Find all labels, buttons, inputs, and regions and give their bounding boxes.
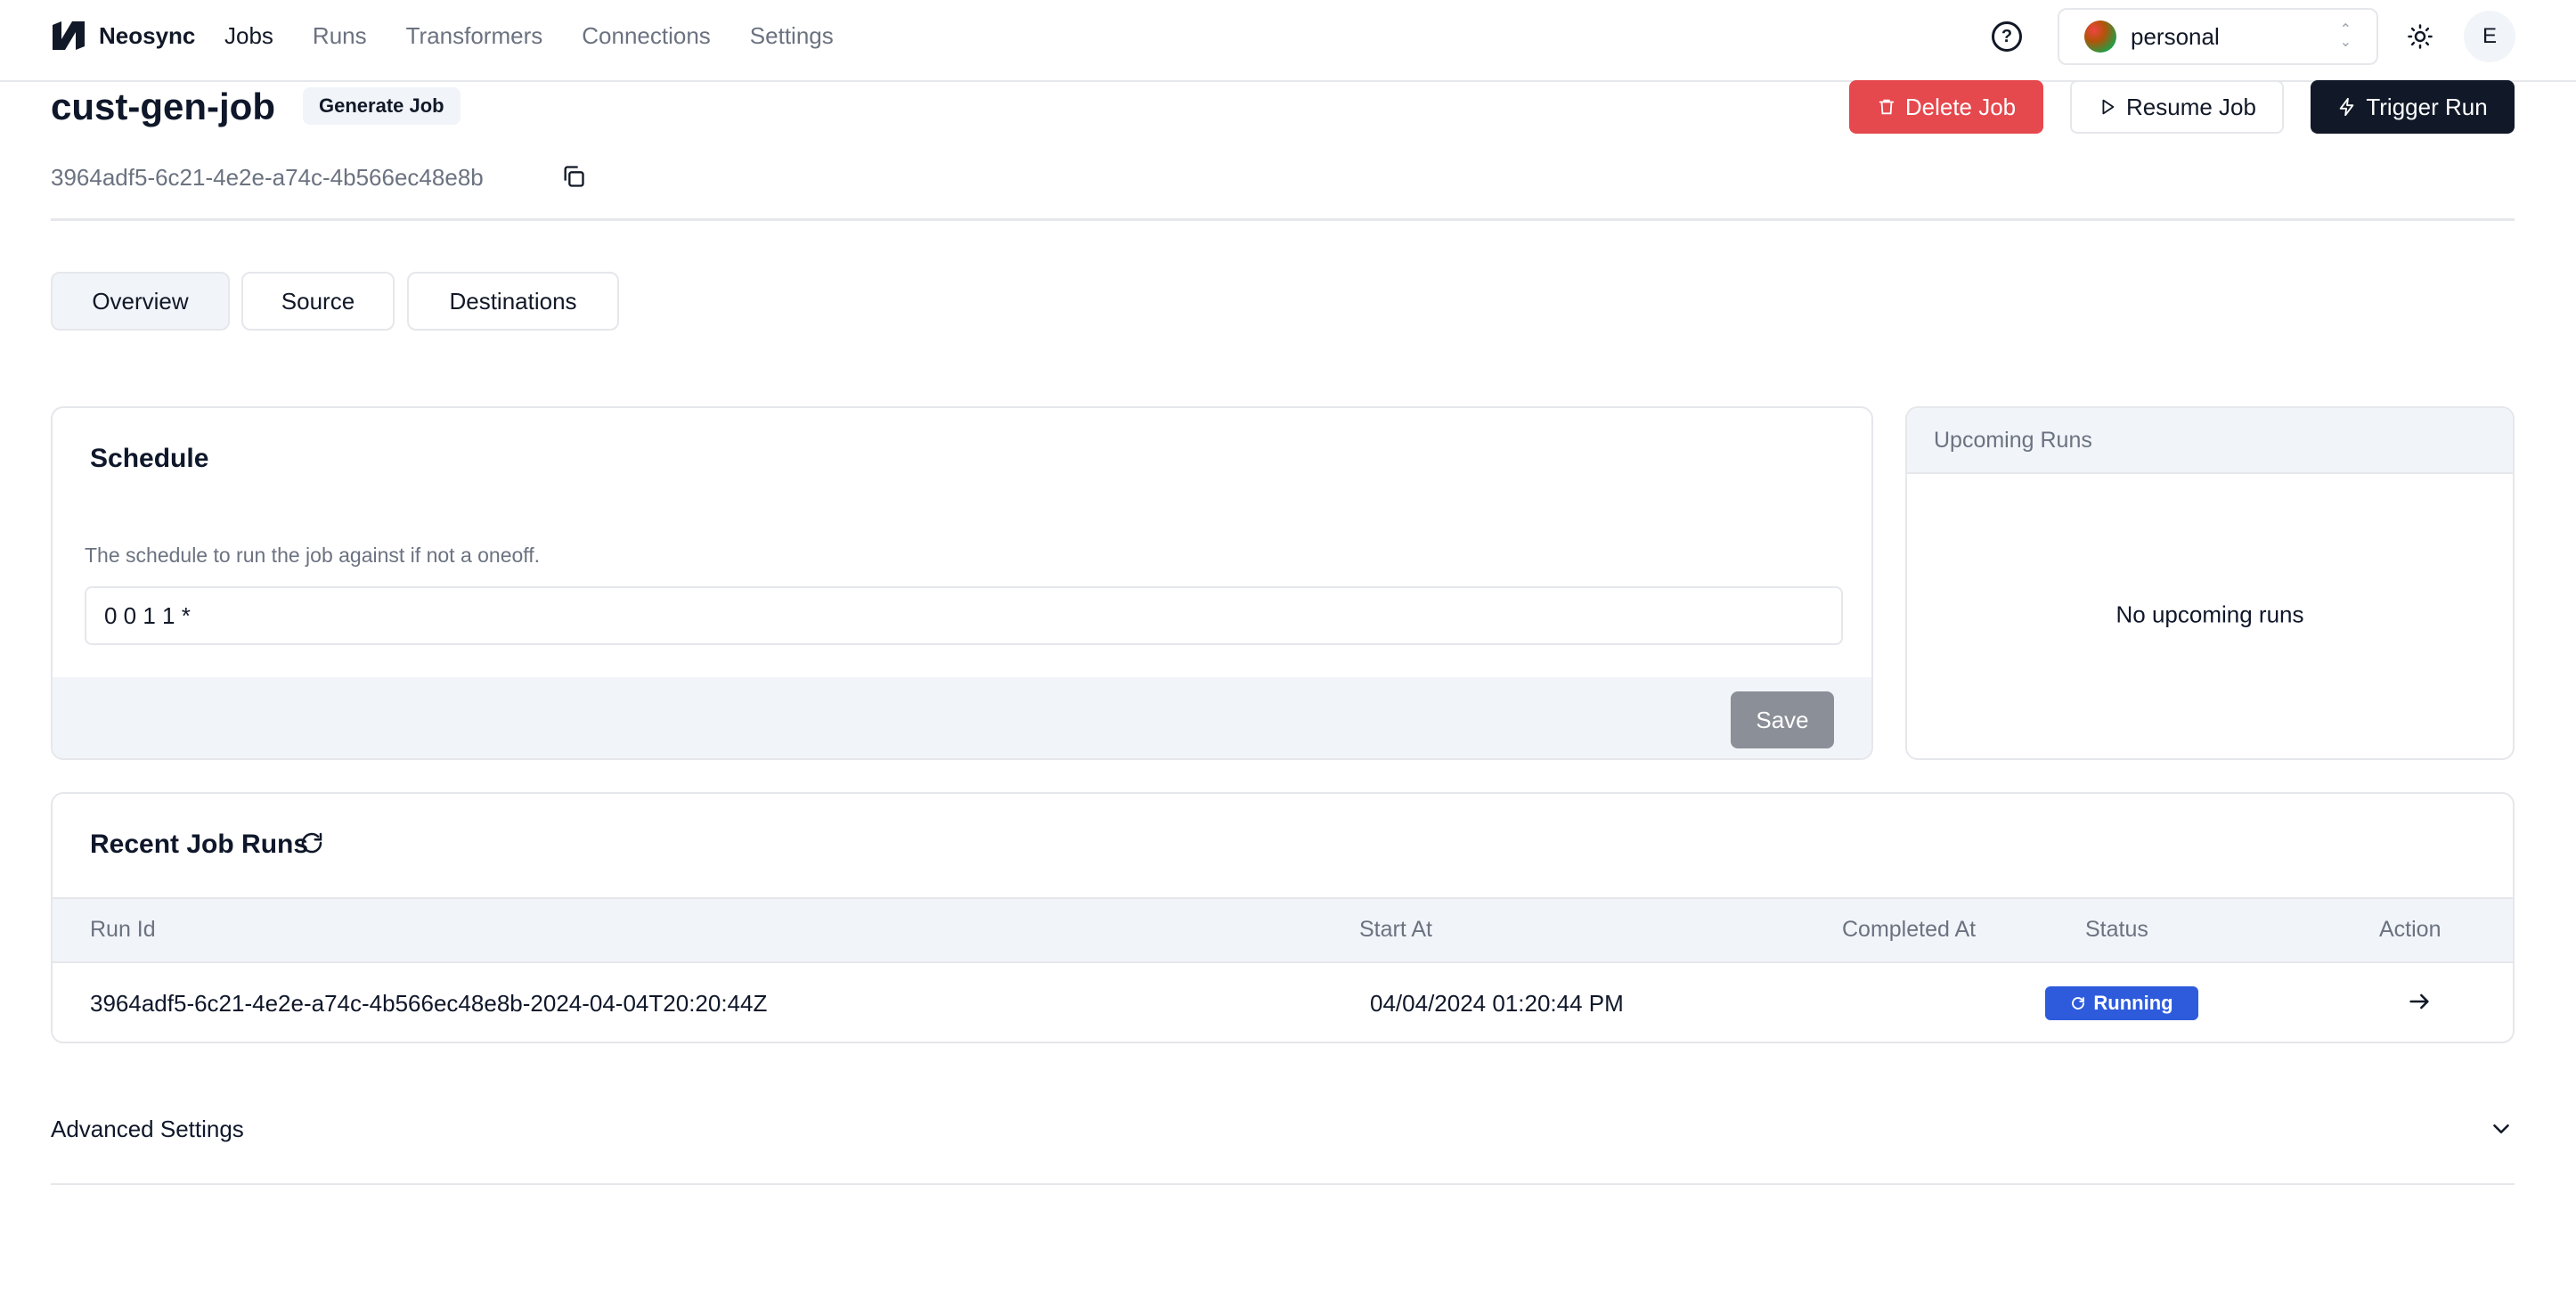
trigger-run-button[interactable]: Trigger Run — [2311, 80, 2515, 134]
delete-job-label: Delete Job — [1904, 93, 2017, 120]
advanced-settings-label: Advanced Settings — [51, 1116, 244, 1142]
account-select[interactable]: personal ⌃ ⌄ — [2058, 8, 2378, 65]
no-upcoming-runs-message: No upcoming runs — [2115, 601, 2304, 628]
column-header-start-at: Start At — [1359, 917, 1432, 942]
tab-destinations[interactable]: Destinations — [407, 272, 619, 331]
schedule-title: Schedule — [90, 444, 209, 473]
table-header: Run Id Start At Completed At Status Acti… — [53, 897, 2513, 963]
copy-icon[interactable] — [561, 164, 588, 191]
neosync-logo-icon — [53, 21, 85, 50]
lightning-icon — [2340, 97, 2354, 117]
job-type-badge[interactable]: Generate Job — [303, 87, 461, 125]
delete-job-button[interactable]: Delete Job — [1849, 80, 2043, 134]
nav-link-connections[interactable]: Connections — [582, 21, 711, 50]
status-badge: Running — [2045, 986, 2198, 1020]
refresh-icon — [2072, 997, 2085, 1010]
trash-icon — [1879, 99, 1895, 115]
run-id-cell: 3964adf5-6c21-4e2e-a74c-4b566ec48e8b-202… — [90, 990, 768, 1017]
schedule-footer: Save — [53, 677, 1871, 758]
save-button[interactable]: Save — [1731, 691, 1834, 748]
upcoming-runs-title: Upcoming Runs — [1934, 428, 2092, 453]
main-nav: Jobs Runs Transformers Connections Setti… — [224, 21, 834, 50]
user-avatar[interactable]: E — [2464, 11, 2515, 62]
brand-name: Neosync — [99, 21, 196, 49]
status-label: Running — [2093, 992, 2173, 1014]
schedule-cron-input[interactable] — [85, 586, 1843, 645]
schedule-description: The schedule to run the job against if n… — [85, 544, 541, 567]
resume-job-label: Resume Job — [2126, 93, 2256, 120]
column-header-completed-at: Completed At — [1842, 917, 1977, 942]
advanced-settings-toggle[interactable]: Advanced Settings — [51, 1098, 2515, 1185]
top-nav: Neosync Jobs Runs Transformers Connectio… — [0, 0, 2576, 82]
resume-job-button[interactable]: Resume Job — [2070, 80, 2284, 134]
page-title: cust-gen-job — [51, 86, 275, 127]
help-icon[interactable]: ? — [1992, 21, 2022, 52]
account-avatar — [2084, 20, 2116, 53]
play-icon — [2102, 99, 2115, 115]
brand-logo[interactable]: Neosync — [51, 20, 195, 52]
start-at-cell: 04/04/2024 01:20:44 PM — [1370, 990, 1624, 1017]
upcoming-runs-header: Upcoming Runs — [1907, 408, 2513, 474]
refresh-icon[interactable] — [298, 830, 329, 860]
nav-link-transformers[interactable]: Transformers — [406, 21, 543, 50]
trigger-run-label: Trigger Run — [2366, 93, 2488, 120]
nav-link-settings[interactable]: Settings — [750, 21, 834, 50]
chevron-up-down-icon: ⌃ ⌄ — [2339, 22, 2352, 50]
tab-source[interactable]: Source — [241, 272, 395, 331]
recent-runs-title: Recent Job Runs — [90, 830, 309, 859]
account-name: personal — [2131, 22, 2220, 50]
header-divider — [51, 218, 2515, 221]
sun-icon[interactable] — [2405, 21, 2435, 52]
column-header-action: Action — [2379, 917, 2441, 942]
tab-overview[interactable]: Overview — [51, 272, 230, 331]
schedule-card: Schedule The schedule to run the job aga… — [51, 406, 1873, 760]
recent-job-runs-card: Recent Job Runs Run Id Start At Complete… — [51, 792, 2515, 1043]
nav-link-jobs[interactable]: Jobs — [224, 21, 273, 50]
arrow-right-icon[interactable] — [2404, 986, 2434, 1017]
chevron-down-icon — [2493, 1124, 2509, 1133]
nav-link-runs[interactable]: Runs — [313, 21, 367, 50]
job-id: 3964adf5-6c21-4e2e-a74c-4b566ec48e8b — [51, 164, 484, 191]
column-header-run-id: Run Id — [90, 917, 156, 942]
upcoming-runs-card: Upcoming Runs No upcoming runs — [1905, 406, 2515, 760]
column-header-status: Status — [2085, 917, 2148, 942]
